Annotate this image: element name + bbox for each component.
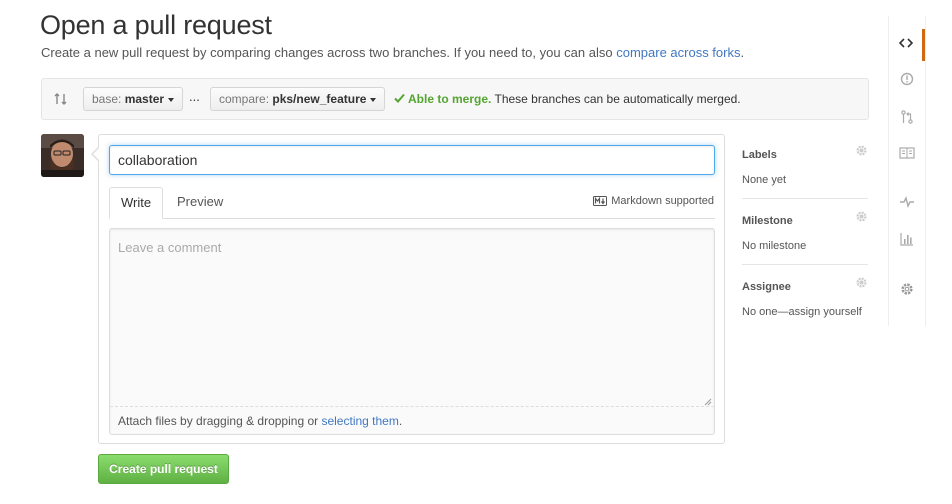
nav-code[interactable] [889, 29, 925, 61]
nav-pull-requests[interactable] [889, 103, 925, 135]
tab-write[interactable]: Write [109, 187, 164, 219]
nav-graphs[interactable] [889, 225, 925, 257]
compare-arrows-icon [54, 91, 68, 112]
compare-across-forks-link[interactable]: compare across forks [616, 45, 740, 60]
repo-nav [888, 16, 925, 326]
attach-text: Attach files by dragging & dropping or [118, 414, 322, 428]
attach-suffix: . [398, 414, 403, 428]
code-icon [898, 36, 913, 54]
subtitle-suffix: . [740, 45, 745, 60]
compare-branch-name: pks/new_feature [272, 92, 367, 106]
assignee-heading: Assignee [742, 281, 791, 293]
markdown-supported[interactable]: Markdown supported [593, 195, 714, 209]
select-files-link[interactable]: selecting them [321, 414, 398, 428]
markdown-note-text: Markdown supported [611, 195, 714, 207]
pull-request-icon [901, 109, 913, 129]
page-title: Open a pull request [40, 10, 272, 40]
assignee-value: No one—assign yourself [742, 306, 862, 318]
pulse-icon [899, 195, 915, 213]
branch-range-bar: base: master ... compare: pks/new_featur… [41, 78, 869, 120]
avatar [41, 134, 84, 177]
resize-handle-icon[interactable] [704, 393, 712, 406]
base-label: base: [92, 92, 122, 106]
comment-placeholder: Leave a comment [118, 240, 222, 255]
chevron-down-icon [370, 97, 377, 102]
sidebar-divider [742, 264, 868, 265]
nav-pulse[interactable] [889, 188, 925, 220]
tab-preview[interactable]: Preview [166, 187, 234, 219]
sidebar-divider [742, 198, 868, 199]
range-separator: ... [189, 89, 200, 104]
attach-files-zone[interactable]: Attach files by dragging & dropping or s… [110, 406, 714, 434]
labels-heading: Labels [742, 149, 777, 161]
nav-settings[interactable] [889, 275, 925, 307]
milestone-gear-icon[interactable] [855, 210, 868, 228]
labels-gear-icon[interactable] [855, 144, 868, 162]
milestone-value: No milestone [742, 240, 807, 252]
merge-status-text: Able to merge. [408, 92, 492, 106]
markdown-icon [593, 196, 608, 209]
labels-section[interactable]: Labels None yet [742, 145, 868, 186]
nav-issues[interactable] [889, 65, 925, 97]
assignee-gear-icon[interactable] [855, 276, 868, 294]
labels-value: None yet [742, 174, 787, 186]
chevron-down-icon [168, 97, 175, 102]
wiki-book-icon [899, 146, 915, 164]
assignee-section[interactable]: Assignee No one—assign yourself [742, 277, 868, 318]
milestone-heading: Milestone [742, 215, 793, 227]
comment-textarea[interactable]: Leave a comment Attach files by dragging… [109, 228, 715, 435]
page-subtitle: Create a new pull request by comparing c… [41, 45, 744, 60]
nav-wiki[interactable] [889, 139, 925, 171]
pull-request-form: collaboration Write Preview Markdown sup… [91, 134, 725, 444]
merge-status: Able to merge. These branches can be aut… [394, 92, 741, 106]
create-pull-request-button[interactable]: Create pull request [98, 454, 229, 484]
issue-opened-icon [900, 72, 914, 91]
compare-branch-select[interactable]: compare: pks/new_feature [210, 87, 386, 111]
compare-label: compare: [219, 92, 270, 106]
base-branch-name: master [124, 92, 165, 106]
subtitle-text: Create a new pull request by comparing c… [41, 45, 617, 60]
settings-gear-icon [900, 282, 914, 301]
graph-icon [900, 232, 914, 251]
title-input[interactable]: collaboration [109, 145, 715, 175]
check-icon [394, 92, 405, 106]
milestone-section[interactable]: Milestone No milestone [742, 211, 868, 252]
merge-message: These branches can be automatically merg… [494, 92, 741, 106]
base-branch-select[interactable]: base: master [83, 87, 184, 111]
